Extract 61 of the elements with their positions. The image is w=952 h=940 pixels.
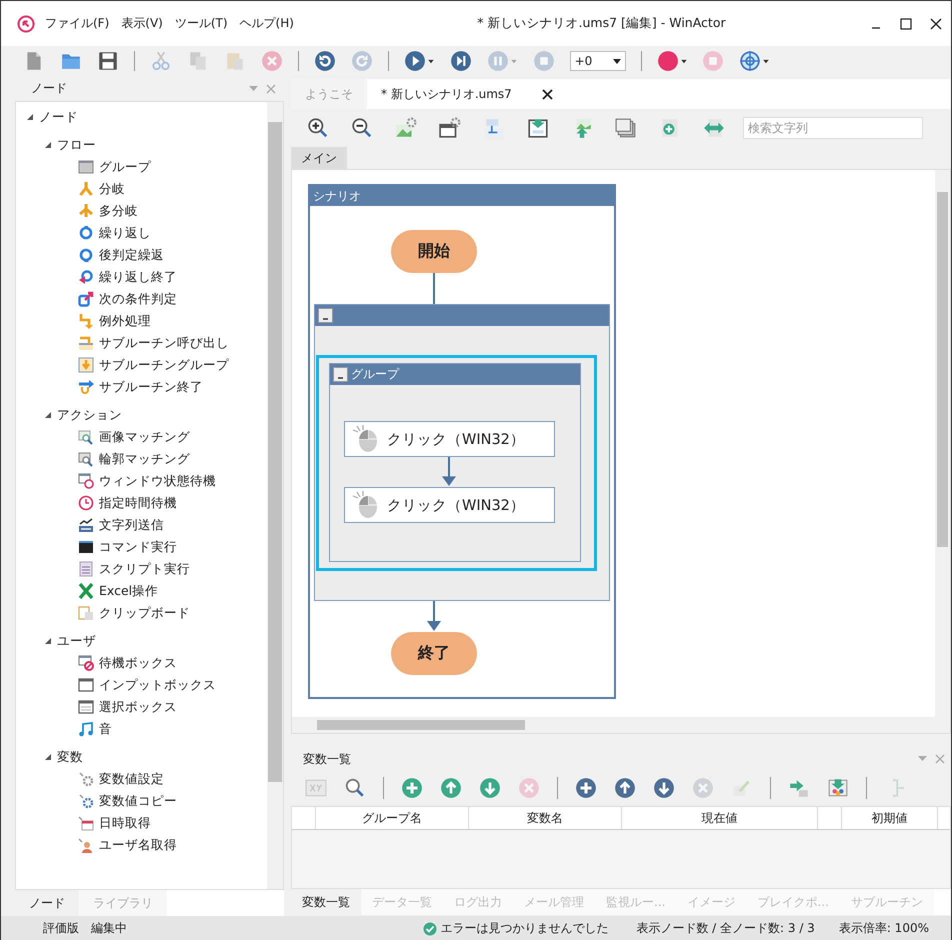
tree-item[interactable]: サブルーチン呼び出し: [99, 334, 229, 352]
tree-item[interactable]: 文字列送信: [99, 516, 164, 534]
tree-item[interactable]: 選択ボックス: [99, 698, 177, 716]
menu-item[interactable]: 表示(V): [121, 15, 163, 32]
tree-item[interactable]: Excel操作: [99, 582, 158, 600]
tree-item[interactable]: 繰り返し: [99, 224, 151, 242]
tree-item[interactable]: 後判定繰返: [99, 246, 164, 264]
offset-dropdown[interactable]: +0: [570, 51, 626, 71]
menu-item[interactable]: ヘルプ(H): [240, 15, 294, 32]
tree-item[interactable]: 分岐: [99, 180, 125, 198]
group-title: グループ: [351, 366, 399, 383]
tree-item[interactable]: 音: [99, 720, 112, 738]
menu-item[interactable]: ファイル(F): [45, 15, 110, 32]
panel-tab[interactable]: ノード: [15, 890, 79, 916]
panel-tab[interactable]: 変数一覧: [291, 889, 361, 915]
panel-title: 変数一覧: [303, 750, 352, 768]
tree-item[interactable]: 指定時間待機: [99, 494, 177, 512]
action-label: クリック（WIN32）: [387, 430, 525, 448]
tree-item[interactable]: アクション: [57, 406, 122, 424]
tree-item[interactable]: ユーザ名取得: [99, 836, 177, 854]
tree-item[interactable]: 輪郭マッチング: [99, 450, 190, 468]
tab-label[interactable]: * 新しいシナリオ.ums7: [381, 86, 512, 102]
search-field[interactable]: 検索文字列: [743, 117, 923, 139]
column-header[interactable]: 現在値: [622, 807, 818, 829]
tree-item[interactable]: 変数値コピー: [99, 792, 177, 810]
tree-item[interactable]: 繰り返し終了: [99, 268, 177, 286]
column-header[interactable]: 変数名: [469, 807, 622, 829]
tree-item[interactable]: 変数: [57, 748, 83, 766]
sheet-tab[interactable]: メイン: [291, 147, 347, 169]
tree-item[interactable]: 待機ボックス: [99, 654, 177, 672]
status-text: 評価版: [43, 920, 79, 937]
end-node: 終了: [391, 632, 477, 675]
scenario-title: シナリオ: [310, 186, 614, 206]
tree-item[interactable]: 多分岐: [99, 202, 138, 220]
column-header[interactable]: グループ名: [316, 807, 469, 829]
tree-item[interactable]: 例外処理: [99, 312, 151, 330]
panel-title: ノード: [31, 80, 68, 97]
tree-item[interactable]: スクリプト実行: [99, 560, 190, 578]
tree-item[interactable]: ノード: [39, 108, 78, 126]
tree-item[interactable]: クリップボード: [99, 604, 190, 622]
tree-item[interactable]: ウィンドウ状態待機: [99, 472, 216, 490]
status-text: 表示ノード数 / 全ノード数: 3 / 3: [636, 920, 815, 937]
tree-item[interactable]: サブルーチングループ: [99, 356, 229, 374]
tree-item[interactable]: サブルーチン終了: [99, 378, 203, 396]
status-text: 表示倍率: 100%: [838, 920, 929, 937]
tree-item[interactable]: グループ: [99, 158, 151, 176]
tree-item[interactable]: 変数値設定: [99, 770, 164, 788]
window-title: * 新しいシナリオ.ums7 [編集] - WinActor: [477, 15, 726, 30]
column-header[interactable]: 初期値: [842, 807, 938, 829]
tree-item[interactable]: 画像マッチング: [99, 428, 190, 446]
start-node: 開始: [391, 230, 477, 273]
tree-item[interactable]: コマンド実行: [99, 538, 177, 556]
action-label: クリック（WIN32）: [387, 496, 525, 514]
menu-item[interactable]: ツール(T): [174, 15, 228, 32]
tree-item[interactable]: ユーザ: [57, 632, 96, 650]
tree-item[interactable]: インプットボックス: [99, 676, 216, 694]
status-text: エラーは見つかりませんでした: [440, 920, 608, 937]
tree-item[interactable]: フロー: [57, 136, 96, 154]
tree-item[interactable]: 日時取得: [99, 814, 151, 832]
tree-item[interactable]: 次の条件判定: [99, 290, 177, 308]
status-text: 編集中: [91, 920, 127, 937]
